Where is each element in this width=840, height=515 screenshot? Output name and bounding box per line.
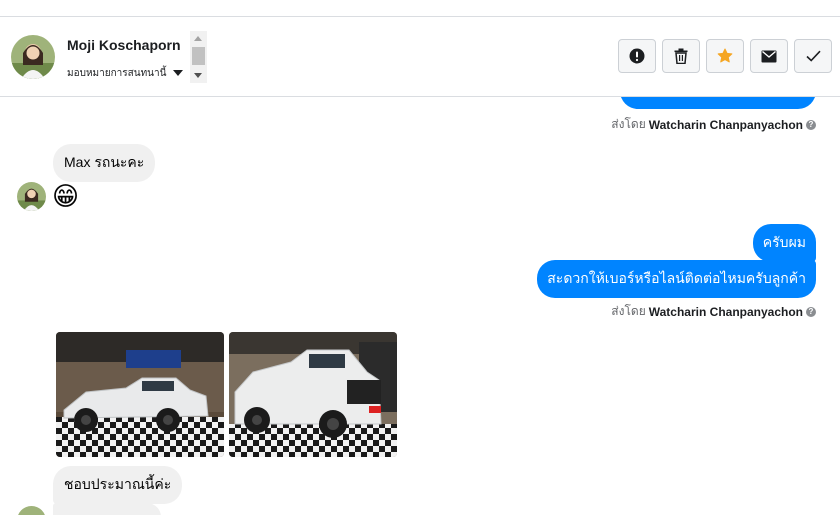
attachment-photo[interactable]: [56, 332, 224, 457]
conversation-actions: [618, 39, 832, 73]
caret-down-icon: [173, 70, 184, 76]
emoji-message[interactable]: 😁: [52, 181, 79, 211]
message-thread[interactable]: ส่งโดย Watcharin Chanpanyachon ? Max รถน…: [0, 97, 840, 515]
scroll-thumb[interactable]: [192, 47, 205, 65]
scroll-down-icon[interactable]: [194, 73, 202, 78]
assign-conversation-dropdown[interactable]: มอบหมายการสนทนานี้: [67, 66, 184, 80]
incoming-message-partial[interactable]: [53, 503, 161, 515]
sent-by-label: ส่งโดย Watcharin Chanpanyachon ?: [611, 302, 816, 321]
incoming-message[interactable]: Max รถนะคะ: [53, 144, 156, 182]
scroll-up-icon[interactable]: [194, 36, 202, 41]
star-icon: [717, 48, 733, 63]
outgoing-message[interactable]: ครับผม: [752, 224, 816, 262]
mark-done-button[interactable]: [794, 39, 832, 73]
agent-name: Watcharin Chanpanyachon: [648, 304, 803, 319]
envelope-icon: [761, 50, 777, 62]
trash-icon: [674, 48, 688, 64]
sent-by-label: ส่งโดย Watcharin Chanpanyachon ?: [611, 115, 816, 134]
agent-name: Watcharin Chanpanyachon: [648, 117, 803, 132]
header-scrollbar[interactable]: [190, 31, 207, 83]
spam-button[interactable]: [618, 39, 656, 73]
checkmark-icon: [805, 50, 821, 62]
contact-name[interactable]: Moji Koschaporn: [67, 37, 181, 53]
exclamation-circle-icon: [629, 48, 645, 64]
star-button[interactable]: [706, 39, 744, 73]
contact-avatar[interactable]: [11, 35, 55, 79]
attachment-photo[interactable]: [229, 332, 397, 457]
help-icon[interactable]: ?: [806, 119, 816, 130]
mark-unread-button[interactable]: [750, 39, 788, 73]
outgoing-message-partial[interactable]: [620, 97, 816, 109]
contact-avatar-small[interactable]: [17, 182, 46, 211]
help-icon[interactable]: ?: [806, 306, 816, 317]
conversation-header: Moji Koschaporn มอบหมายการสนทนานี้: [0, 16, 840, 97]
assign-label: มอบหมายการสนทนานี้: [67, 67, 167, 79]
incoming-message[interactable]: ชอบประมาณนี้ค่ะ: [53, 466, 183, 504]
inbox-conversation-view: Moji Koschaporn มอบหมายการสนทนานี้ ส่งโด…: [0, 0, 840, 515]
delete-button[interactable]: [662, 39, 700, 73]
outgoing-message[interactable]: สะดวกให้เบอร์หรือไลน์ติดต่อไหมครับลูกค้า: [537, 260, 816, 298]
contact-avatar-small[interactable]: [17, 506, 46, 515]
